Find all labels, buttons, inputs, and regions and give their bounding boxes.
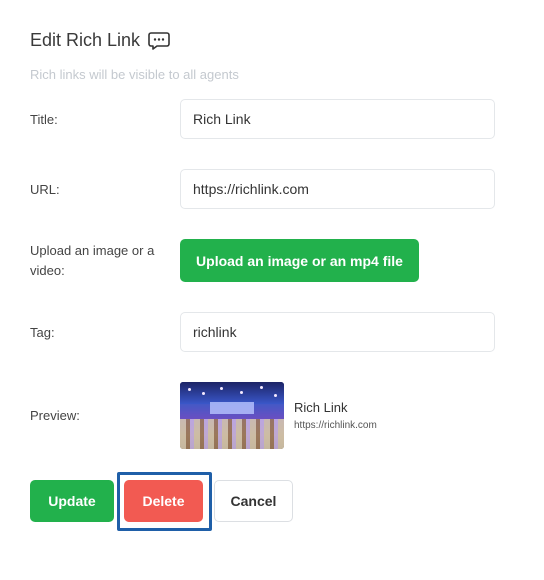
title-label: Title: [30,112,58,127]
tag-input[interactable]: richlink [180,312,495,352]
upload-media-button[interactable]: Upload an image or an mp4 file [180,239,419,282]
title-input[interactable]: Rich Link [180,99,495,139]
upload-label: Upload an image or a video: [30,243,155,278]
panel-subtitle: Rich links will be visible to all agents [30,67,239,82]
preview-text: Rich Link https://richlink.com [294,382,377,449]
preview-label: Preview: [30,408,80,423]
url-label: URL: [30,182,60,197]
cancel-button[interactable]: Cancel [214,480,293,522]
title-input-value: Rich Link [193,111,251,127]
preview-url: https://richlink.com [294,420,377,431]
delete-button[interactable]: Delete [124,480,203,522]
url-input-value: https://richlink.com [193,181,309,197]
page-title: Edit Rich Link [30,30,141,50]
chat-icon [148,31,170,51]
tag-label: Tag: [30,325,55,340]
url-input[interactable]: https://richlink.com [180,169,495,209]
tag-input-value: richlink [193,324,237,340]
edit-rich-link-panel: Edit Rich Link Rich links will be visibl… [0,0,544,580]
preview-title: Rich Link [294,400,348,415]
preview-thumbnail [180,382,284,449]
panel-header: Edit Rich Link [30,30,170,51]
update-button[interactable]: Update [30,480,114,522]
rich-link-preview: Rich Link https://richlink.com [180,382,377,449]
